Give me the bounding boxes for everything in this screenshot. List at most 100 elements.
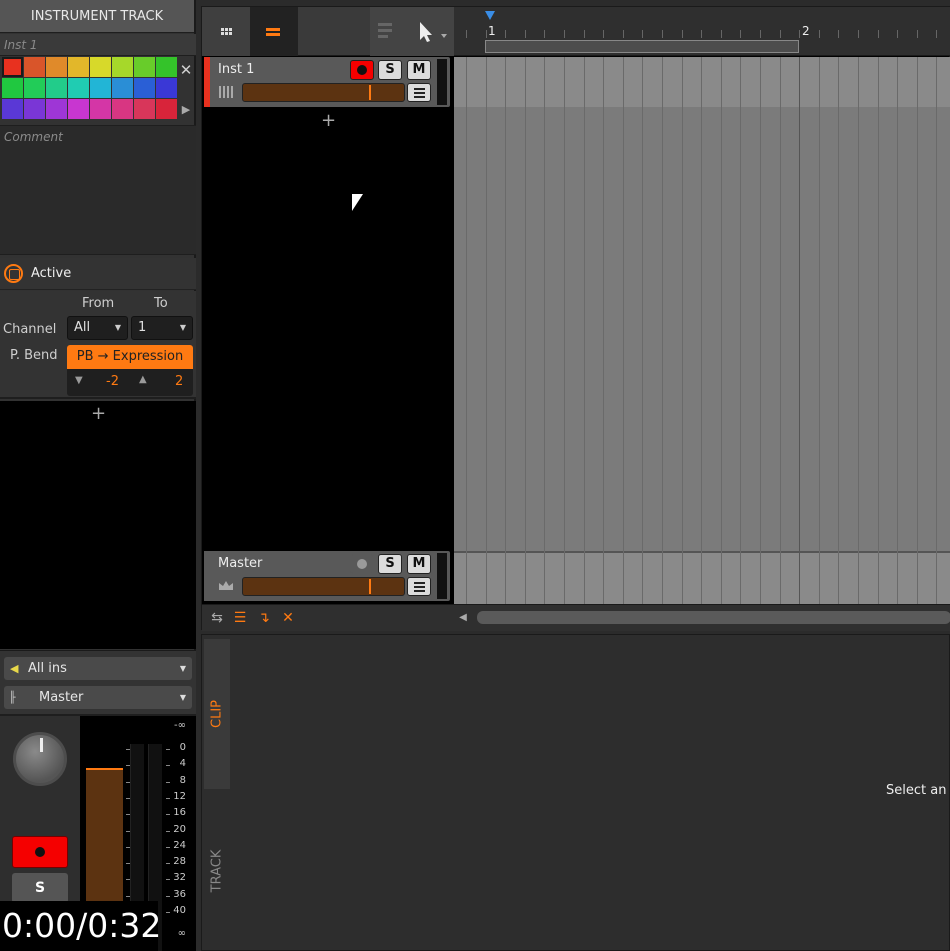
channel-from-select[interactable]: All ▼	[67, 316, 128, 340]
add-device-icon[interactable]: +	[91, 403, 106, 424]
color-swatch[interactable]	[90, 57, 111, 77]
meter-tick	[126, 863, 130, 865]
track-level-meter	[437, 59, 447, 105]
pbend-min-value[interactable]: -2	[106, 374, 119, 389]
ruler-tick	[936, 30, 938, 38]
clip-launcher-view-button[interactable]	[202, 7, 250, 56]
comment-placeholder: Comment	[4, 130, 63, 144]
track-menu-button[interactable]	[407, 83, 431, 102]
color-swatch[interactable]	[156, 78, 177, 98]
color-swatch[interactable]	[46, 57, 67, 77]
horizontal-scrollbar[interactable]	[477, 611, 950, 624]
track-name[interactable]: Master	[218, 556, 262, 571]
track-volume-slider[interactable]	[242, 577, 405, 596]
color-swatch[interactable]	[2, 78, 23, 98]
close-icon[interactable]: ✕	[178, 62, 194, 78]
add-track-icon[interactable]: +	[321, 110, 336, 131]
pbend-label: P. Bend	[10, 348, 58, 363]
tab-clip[interactable]: CLIP	[204, 639, 230, 789]
pointer-tool-button[interactable]	[402, 7, 454, 56]
chevron-down-icon: ▼	[179, 664, 186, 673]
meter-tick	[126, 749, 130, 750]
color-swatch[interactable]	[24, 78, 45, 98]
output-select[interactable]: ╟ Master ▼	[4, 686, 192, 709]
record-arm-button[interactable]	[350, 554, 374, 574]
color-swatch[interactable]	[90, 99, 111, 119]
color-swatch[interactable]	[134, 57, 155, 77]
color-swatch[interactable]	[134, 99, 155, 119]
solo-button[interactable]: S	[378, 554, 402, 574]
gridline	[818, 57, 820, 604]
meter-scale-label: 32	[173, 872, 186, 884]
layers-icon[interactable]: ☰	[231, 609, 249, 627]
color-swatch[interactable]	[68, 57, 89, 77]
track-header-master[interactable]: Master S M	[204, 551, 450, 601]
record-arm-button[interactable]	[12, 836, 68, 868]
palette-next-icon[interactable]: ▶	[178, 102, 194, 118]
swap-icon[interactable]: ⇆	[208, 609, 226, 627]
arrange-view-button[interactable]	[250, 7, 298, 56]
pointer-icon	[420, 22, 447, 42]
color-swatch[interactable]	[46, 99, 67, 119]
color-swatch[interactable]	[112, 57, 133, 77]
close-icon[interactable]: ✕	[279, 609, 297, 627]
pan-knob[interactable]	[13, 732, 67, 786]
track-color[interactable]	[204, 57, 210, 107]
ruler-tick	[760, 30, 761, 38]
color-swatch[interactable]	[90, 78, 111, 98]
mute-button[interactable]: M	[407, 60, 431, 80]
follow-icon[interactable]: ↴	[255, 609, 273, 627]
color-swatch[interactable]	[134, 78, 155, 98]
ruler-tick	[799, 30, 801, 38]
playhead-icon[interactable]	[485, 11, 495, 20]
pbend-target-button[interactable]: PB → Expression	[67, 345, 193, 369]
gridline	[524, 57, 526, 604]
tab-track[interactable]: TRACK	[204, 793, 230, 948]
color-swatch[interactable]	[2, 57, 23, 77]
pbend-mapping: PB → Expression ▼ -2 ▲ 2	[67, 345, 193, 396]
color-swatch[interactable]	[156, 99, 177, 119]
timeline-ruler[interactable]: 1 2	[454, 7, 950, 56]
loop-region[interactable]	[485, 40, 799, 53]
ruler-tick	[681, 30, 683, 38]
ruler-tick	[916, 30, 918, 38]
color-swatch[interactable]	[68, 78, 89, 98]
track-name[interactable]: Inst 1	[218, 62, 254, 77]
device-active-icon[interactable]	[4, 264, 23, 283]
speaker-icon: ◀	[10, 662, 19, 675]
color-swatch[interactable]	[68, 99, 89, 119]
comment-field[interactable]: Comment	[0, 125, 196, 255]
inspector-header: INSTRUMENT TRACK	[0, 0, 194, 33]
solo-button[interactable]: S	[378, 60, 402, 80]
arrange-timeline[interactable]	[454, 57, 950, 604]
color-swatch[interactable]	[24, 99, 45, 119]
mute-button[interactable]: M	[407, 554, 431, 574]
color-swatch[interactable]	[112, 78, 133, 98]
track-header-inst-1[interactable]: Inst 1 S M	[204, 57, 450, 107]
channel-to-select[interactable]: 1 ▼	[131, 316, 193, 340]
track-volume-slider[interactable]	[242, 83, 405, 102]
input-select[interactable]: ◀ All ins ▼	[4, 657, 192, 680]
color-swatch[interactable]	[46, 78, 67, 98]
record-arm-button[interactable]	[350, 60, 374, 80]
solo-button[interactable]: S	[12, 873, 68, 903]
track-name-field[interactable]: Inst 1	[0, 34, 196, 56]
layout-button[interactable]	[370, 7, 402, 56]
color-swatch[interactable]	[2, 99, 23, 119]
meter-scale-label: 28	[173, 856, 186, 868]
detail-panel: CLIP TRACK Select an a	[201, 634, 950, 951]
timeline-icon	[266, 28, 280, 36]
ruler-tick	[466, 30, 467, 38]
increment-icon[interactable]: ▲	[139, 374, 147, 385]
ruler-tick	[603, 30, 605, 38]
bar-number: 2	[802, 24, 810, 38]
decrement-icon[interactable]: ▼	[75, 375, 83, 386]
color-swatch[interactable]	[112, 99, 133, 119]
scroll-left-icon[interactable]: ◀	[454, 609, 472, 627]
meter-scale-label: 4	[179, 758, 186, 770]
track-menu-button[interactable]	[407, 577, 431, 596]
color-swatch[interactable]	[156, 57, 177, 77]
color-swatch[interactable]	[24, 57, 45, 77]
pbend-max-value[interactable]: 2	[175, 374, 183, 389]
meter-tick	[166, 830, 170, 832]
